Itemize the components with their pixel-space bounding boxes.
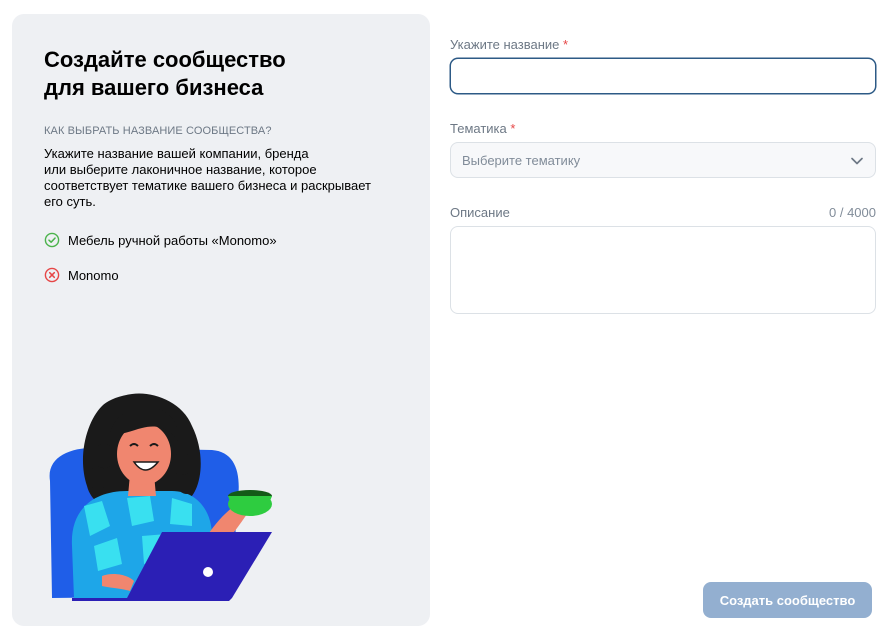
topic-select[interactable]: Выберите тематику	[450, 142, 876, 178]
name-label-text: Укажите название	[450, 37, 560, 52]
cross-circle-icon	[44, 267, 60, 283]
name-field-label: Укажите название *	[450, 37, 568, 52]
hint-line-2: или выберите лаконичное название, которо…	[44, 162, 317, 177]
topic-select-placeholder: Выберите тематику	[462, 152, 581, 168]
hint-line-1: Укажите название вашей компании, бренда	[44, 146, 309, 161]
description-field-label: Описание	[450, 205, 510, 220]
required-mark: *	[563, 37, 569, 52]
woman-with-laptop-illustration	[49, 393, 272, 601]
title-line-1: Создайте сообщество	[44, 47, 286, 72]
hint-caption: КАК ВЫБРАТЬ НАЗВАНИЕ СООБЩЕСТВА?	[44, 125, 272, 137]
create-community-page: Создайте сообщество для вашего бизнеса К…	[0, 0, 890, 636]
title-line-2: для вашего бизнеса	[44, 75, 264, 100]
topic-field-label: Тематика *	[450, 121, 515, 136]
create-community-button[interactable]: Создать сообщество	[703, 582, 872, 618]
description-char-counter: 0 / 4000	[829, 205, 876, 220]
hint-text: Укажите название вашей компании, бренда …	[44, 146, 389, 210]
info-panel: Создайте сообщество для вашего бизнеса К…	[12, 14, 430, 626]
topic-label-text: Тематика	[450, 121, 507, 136]
community-name-input[interactable]	[450, 58, 876, 94]
hint-line-3: соответствует тематике вашего бизнеса и …	[44, 178, 371, 193]
description-textarea[interactable]	[450, 226, 876, 314]
bad-example: Monomo	[44, 267, 119, 283]
chevron-down-icon	[849, 153, 865, 172]
hint-line-4: его суть.	[44, 194, 96, 209]
page-title: Создайте сообщество для вашего бизнеса	[44, 46, 384, 102]
required-mark: *	[510, 121, 516, 136]
check-circle-icon	[44, 232, 60, 248]
bad-example-text: Monomo	[68, 267, 119, 283]
good-example-text: Мебель ручной работы «Monomo»	[68, 232, 277, 248]
good-example: Мебель ручной работы «Monomo»	[44, 232, 277, 248]
